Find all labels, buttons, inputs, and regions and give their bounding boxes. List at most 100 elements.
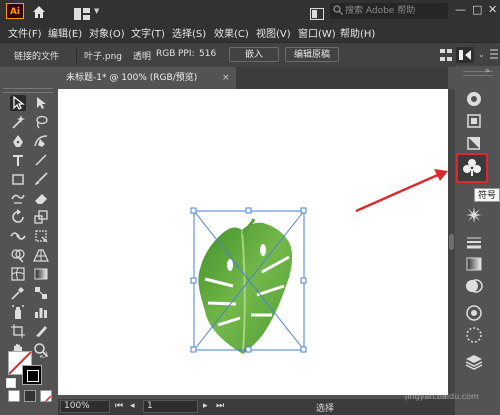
line-segment-tool-icon[interactable] bbox=[33, 152, 49, 168]
menu-file[interactable]: 文件(F) bbox=[8, 25, 42, 40]
stroke-panel-icon[interactable] bbox=[463, 231, 485, 253]
mesh-tool-icon[interactable] bbox=[10, 266, 26, 282]
free-transform-tool-icon[interactable] bbox=[33, 228, 49, 244]
color-mode-label: RGB bbox=[156, 49, 176, 59]
transform-icon[interactable] bbox=[456, 47, 474, 63]
title-bar: Ai ▼ 搜索 Adobe 帮助 — □ ✕ bbox=[0, 0, 500, 22]
collapse-dock-icon[interactable]: » bbox=[485, 66, 490, 75]
pen-tool-icon[interactable] bbox=[10, 133, 26, 149]
last-page-button[interactable]: ⏭ bbox=[216, 401, 224, 411]
none-mode-icon[interactable] bbox=[40, 390, 52, 402]
graphic-styles-icon[interactable] bbox=[463, 204, 485, 226]
stroke-swatch[interactable] bbox=[22, 365, 42, 385]
baidu-watermark-logo: Bai经验 bbox=[390, 374, 443, 390]
menu-window[interactable]: 窗口(W) bbox=[298, 25, 336, 40]
help-search-input[interactable]: 搜索 Adobe 帮助 bbox=[330, 3, 448, 19]
blend-tool-icon[interactable] bbox=[33, 285, 49, 301]
artboard-tool-icon[interactable] bbox=[10, 323, 26, 339]
lasso-tool-icon[interactable] bbox=[33, 114, 49, 130]
selection-tool-icon[interactable] bbox=[10, 95, 26, 111]
gradient-mode-icon[interactable] bbox=[24, 390, 36, 402]
type-tool-icon[interactable] bbox=[10, 152, 26, 168]
panel-grip[interactable] bbox=[3, 88, 53, 93]
appearance-panel-icon[interactable] bbox=[463, 302, 485, 324]
eraser-tool-icon[interactable] bbox=[33, 190, 49, 206]
baidu-watermark-url: jingyan.baidu.com bbox=[405, 392, 479, 401]
menu-select[interactable]: 选择(S) bbox=[172, 25, 206, 40]
color-mode-icon[interactable] bbox=[8, 390, 20, 402]
menu-type[interactable]: 文字(T) bbox=[131, 25, 165, 40]
vertical-scrollbar[interactable] bbox=[448, 89, 455, 399]
direct-selection-tool-icon[interactable] bbox=[33, 95, 49, 111]
page-value: 1 bbox=[147, 401, 153, 411]
previous-page-button[interactable]: ◂ bbox=[130, 401, 135, 411]
color-guide-icon[interactable] bbox=[463, 110, 485, 132]
zoom-field[interactable]: 100% bbox=[60, 400, 110, 413]
swap-colors-icon[interactable]: ⤾ bbox=[40, 351, 48, 361]
eyedropper-tool-icon[interactable] bbox=[10, 285, 26, 301]
search-placeholder: 搜索 Adobe 帮助 bbox=[345, 6, 416, 16]
symbols-icon bbox=[463, 159, 481, 176]
document-tab-bar: 未标题-1* @ 100% (RGB/预览) × bbox=[58, 67, 448, 89]
symbol-sprayer-tool-icon[interactable] bbox=[10, 304, 26, 320]
color-panel-icon[interactable] bbox=[463, 88, 485, 110]
chevron-down-icon[interactable]: ▼ bbox=[94, 7, 99, 15]
linked-filename[interactable]: 叶子.png bbox=[84, 49, 122, 62]
width-tool-icon[interactable] bbox=[10, 228, 26, 244]
gradient-tool-icon[interactable] bbox=[33, 266, 49, 282]
control-bar: 链接的文件 叶子.png 透明 RGB PPI: 516 嵌入 编辑原稿 ⌄ bbox=[0, 42, 500, 67]
symbols-panel-button[interactable] bbox=[456, 153, 488, 183]
page-field[interactable]: 1 bbox=[143, 400, 198, 413]
tab-document[interactable]: 未标题-1* @ 100% (RGB/预览) × bbox=[58, 67, 236, 89]
home-icon[interactable] bbox=[32, 4, 46, 23]
embed-button[interactable]: 嵌入 bbox=[229, 47, 279, 62]
menu-view[interactable]: 视图(V) bbox=[256, 25, 291, 40]
next-page-button[interactable]: ▸ bbox=[203, 401, 208, 411]
tooltip: 符号 bbox=[474, 188, 500, 202]
artboard[interactable] bbox=[58, 89, 448, 395]
canvas-area[interactable] bbox=[58, 89, 448, 399]
first-page-button[interactable]: ⏮ bbox=[115, 401, 123, 411]
align-icon[interactable] bbox=[440, 48, 452, 65]
ppi-value: 516 bbox=[199, 49, 217, 59]
status-tool-label[interactable]: 选择 bbox=[316, 401, 334, 414]
chevron-down-icon[interactable]: ⌄ bbox=[478, 50, 485, 59]
layers-panel-icon[interactable] bbox=[463, 351, 485, 373]
gradient-panel-icon[interactable] bbox=[463, 253, 485, 275]
minimize-button[interactable]: — bbox=[455, 3, 466, 16]
magic-wand-tool-icon[interactable] bbox=[10, 114, 26, 130]
curvature-tool-icon[interactable] bbox=[33, 133, 49, 149]
tools-panel: ⤾ bbox=[0, 88, 58, 402]
close-window-button[interactable]: ✕ bbox=[488, 3, 497, 16]
rectangle-tool-icon[interactable] bbox=[10, 171, 26, 187]
image-trace-icon[interactable] bbox=[463, 324, 485, 346]
column-graph-tool-icon[interactable] bbox=[33, 304, 49, 320]
edit-original-button[interactable]: 编辑原稿 bbox=[285, 47, 339, 62]
scale-tool-icon[interactable] bbox=[33, 209, 49, 225]
scrollbar-thumb[interactable] bbox=[449, 234, 454, 250]
maximize-button[interactable]: □ bbox=[472, 3, 482, 16]
perspective-grid-tool-icon[interactable] bbox=[33, 247, 49, 263]
menu-help[interactable]: 帮助(H) bbox=[340, 25, 375, 40]
rotate-tool-icon[interactable] bbox=[10, 209, 26, 225]
panel-dock: » bbox=[455, 66, 500, 415]
close-tab-button[interactable]: × bbox=[222, 67, 230, 89]
menu-edit[interactable]: 编辑(E) bbox=[48, 25, 82, 40]
ppi-label: PPI: bbox=[178, 49, 195, 59]
shape-builder-tool-icon[interactable] bbox=[10, 247, 26, 263]
slice-tool-icon[interactable] bbox=[33, 323, 49, 339]
menu-effect[interactable]: 效果(C) bbox=[214, 25, 249, 40]
zoom-value: 100% bbox=[64, 401, 90, 411]
paintbrush-tool-icon[interactable] bbox=[33, 171, 49, 187]
default-colors-icon[interactable] bbox=[6, 378, 16, 388]
search-icon bbox=[333, 5, 343, 15]
menu-object[interactable]: 对象(O) bbox=[89, 25, 125, 40]
linked-file-label: 链接的文件 bbox=[14, 52, 60, 62]
transparency-panel-icon[interactable] bbox=[463, 275, 485, 297]
app-logo: Ai bbox=[6, 3, 24, 19]
shaper-tool-icon[interactable] bbox=[10, 190, 26, 206]
leaf-image[interactable] bbox=[58, 89, 448, 395]
divider bbox=[76, 47, 77, 63]
panel-menu-icon[interactable] bbox=[490, 48, 498, 63]
swatches-icon[interactable] bbox=[463, 132, 485, 154]
